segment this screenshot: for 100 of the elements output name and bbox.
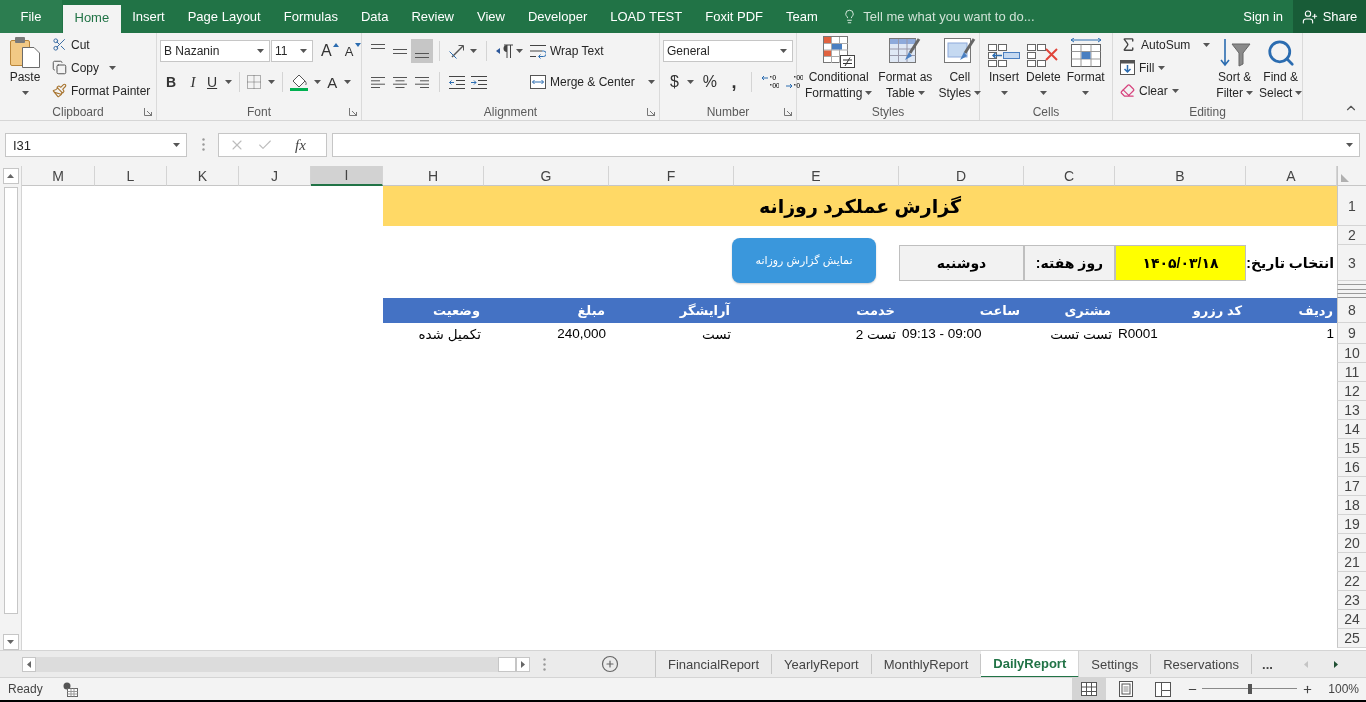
format-as-table-button[interactable]: Format as Table — [875, 33, 936, 104]
insert-function-button[interactable]: fx — [293, 136, 308, 154]
row-header[interactable]: 13 — [1337, 401, 1366, 420]
row-header[interactable]: 10 — [1337, 344, 1366, 363]
column-header[interactable]: K — [167, 166, 239, 186]
column-header[interactable]: I — [311, 166, 383, 186]
column-header[interactable]: B — [1115, 166, 1246, 186]
column-header[interactable]: D — [899, 166, 1024, 186]
font-name-dropdown[interactable]: B Nazanin — [160, 40, 270, 62]
currency-button[interactable]: $ — [667, 70, 697, 94]
dialog-launcher-icon[interactable] — [784, 107, 792, 116]
row-header[interactable]: 20 — [1337, 534, 1366, 553]
sheet-tab[interactable]: Settings — [1079, 654, 1152, 674]
underline-button[interactable]: U — [204, 70, 236, 94]
ribbon-tab[interactable]: Data — [349, 0, 400, 33]
new-sheet-button[interactable] — [601, 655, 619, 673]
format-painter-button[interactable]: Format Painter — [49, 79, 154, 102]
delete-button[interactable]: Delete — [1023, 33, 1064, 104]
row-header[interactable]: 14 — [1337, 420, 1366, 439]
date-field[interactable]: ۱۴۰۵/۰۳/۱۸ — [1115, 245, 1246, 281]
row-header[interactable]: 12 — [1337, 382, 1366, 401]
column-header[interactable]: F — [609, 166, 734, 186]
column-header[interactable]: E — [734, 166, 899, 186]
cell-styles-button[interactable]: Cell Styles — [935, 33, 985, 104]
italic-button[interactable]: I — [182, 70, 204, 94]
normal-view-button[interactable] — [1072, 678, 1107, 700]
column-header[interactable]: J — [239, 166, 311, 186]
scroll-right-button[interactable] — [516, 656, 530, 672]
column-header[interactable]: H — [383, 166, 484, 186]
sort-filter-button[interactable]: Sort & Filter — [1213, 33, 1257, 104]
align-bottom-button[interactable] — [411, 39, 433, 63]
scroll-thumb[interactable] — [498, 656, 516, 672]
more-sheets-button[interactable]: ... — [1252, 656, 1283, 672]
conditional-formatting-button[interactable]: Conditional Formatting — [802, 33, 876, 104]
scroll-left-button[interactable] — [22, 656, 36, 672]
ribbon-tab[interactable]: Review — [399, 0, 466, 33]
shrink-font-button[interactable]: A — [341, 39, 364, 63]
formula-input[interactable] — [332, 133, 1360, 157]
macro-icon[interactable] — [62, 681, 78, 697]
column-header[interactable]: L — [95, 166, 167, 186]
row-header[interactable]: 15 — [1337, 439, 1366, 458]
zoom-level-text[interactable]: 100% — [1328, 682, 1359, 696]
tell-me-field[interactable]: Tell me what you want to do... — [863, 9, 1094, 24]
clear-button[interactable]: Clear — [1117, 79, 1214, 102]
row-header[interactable]: 3 — [1337, 245, 1366, 281]
dialog-launcher-icon[interactable] — [349, 107, 357, 116]
ribbon-tab[interactable]: Home — [63, 5, 121, 33]
font-size-dropdown[interactable]: 11 — [271, 40, 313, 62]
ribbon-tab[interactable]: View — [465, 0, 517, 33]
column-header[interactable]: C — [1024, 166, 1115, 186]
comma-button[interactable]: , — [722, 70, 745, 94]
sign-in-link[interactable]: Sign in — [1233, 0, 1293, 33]
fill-button[interactable]: Fill — [1117, 56, 1214, 79]
name-box[interactable]: I31 — [5, 133, 187, 157]
autosum-button[interactable]: AutoSum — [1117, 33, 1214, 56]
zoom-slider-thumb[interactable] — [1247, 684, 1252, 694]
font-color-button[interactable]: A — [324, 70, 355, 94]
row-header[interactable]: 21 — [1337, 553, 1366, 572]
paste-button[interactable]: Paste — [3, 33, 47, 104]
copy-button[interactable]: Copy — [49, 56, 154, 79]
merge-center-button[interactable]: Merge & Center — [527, 70, 658, 94]
file-tab[interactable]: File — [0, 0, 62, 33]
row-header[interactable]: 19 — [1337, 515, 1366, 534]
row-header[interactable]: 23 — [1337, 591, 1366, 610]
ribbon-tab[interactable]: Insert — [120, 0, 177, 33]
insert-button[interactable]: Insert — [985, 33, 1023, 104]
row-header[interactable]: 11 — [1337, 363, 1366, 382]
find-select-button[interactable]: Find & Select — [1256, 33, 1306, 104]
row-header[interactable]: 8 — [1337, 298, 1366, 323]
ribbon-tab[interactable]: Foxit PDF — [693, 0, 775, 33]
row-header[interactable]: 16 — [1337, 458, 1366, 477]
ribbon-tab[interactable]: Team — [774, 0, 830, 33]
sheet-tab[interactable]: FinancialReport — [656, 654, 773, 674]
column-header[interactable]: G — [484, 166, 609, 186]
bold-button[interactable]: B — [160, 70, 182, 94]
sheet-tab[interactable]: YearlyReport — [772, 654, 872, 674]
row-header[interactable]: 2 — [1337, 226, 1366, 245]
dialog-launcher-icon[interactable] — [144, 107, 152, 116]
scroll-up-button[interactable] — [2, 168, 19, 184]
column-header[interactable]: M — [22, 166, 95, 186]
share-button[interactable]: Share — [1293, 0, 1366, 33]
format-button[interactable]: Format — [1063, 33, 1108, 104]
row-header[interactable]: 1 — [1337, 186, 1366, 226]
row-header[interactable]: 18 — [1337, 496, 1366, 515]
percent-button[interactable]: % — [698, 70, 721, 94]
wrap-text-button[interactable]: Wrap Text — [527, 39, 607, 63]
row-header[interactable]: 22 — [1337, 572, 1366, 591]
scroll-down-button[interactable] — [2, 634, 19, 650]
grow-font-button[interactable]: A — [318, 39, 342, 63]
column-header[interactable]: A — [1246, 166, 1337, 186]
ribbon-tab[interactable]: Page Layout — [176, 0, 273, 33]
row-header[interactable]: 17 — [1337, 477, 1366, 496]
row-header[interactable]: 9 — [1337, 323, 1366, 344]
row-header[interactable]: 24 — [1337, 610, 1366, 629]
scroll-thumb[interactable] — [3, 187, 18, 614]
row-header[interactable]: 25 — [1337, 629, 1366, 648]
ribbon-tab[interactable]: Developer — [516, 0, 599, 33]
zoom-in-button[interactable] — [1302, 683, 1314, 695]
sheet-tab[interactable]: Reservations — [1151, 654, 1253, 674]
dialog-launcher-icon[interactable] — [647, 107, 655, 116]
